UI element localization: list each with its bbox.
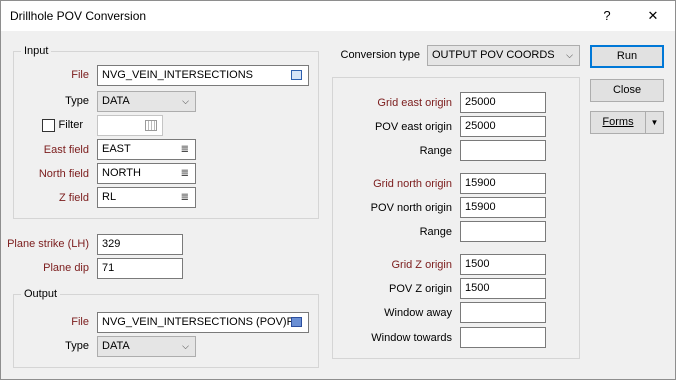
- output-file-label: File: [71, 316, 89, 328]
- grid-north-origin-value: 15900: [465, 177, 496, 189]
- close-window-button[interactable]: ✕: [641, 6, 665, 26]
- filter-field[interactable]: [97, 115, 163, 136]
- input-type-value: DATA: [102, 95, 130, 107]
- grid-z-origin-label: Grid Z origin: [391, 259, 452, 271]
- conversion-type-dropdown[interactable]: OUTPUT POV COORDS ⌵: [427, 45, 580, 66]
- pov-east-origin-value: 25000: [465, 120, 496, 132]
- plane-strike-value: 329: [102, 238, 121, 250]
- east-field-input[interactable]: EAST ≣: [97, 139, 196, 160]
- dialog-window: Drillhole POV Conversion ? ✕ Input File …: [0, 0, 676, 380]
- filter-list-icon[interactable]: [145, 120, 157, 131]
- range-east-input[interactable]: [460, 140, 546, 161]
- pov-north-origin-input[interactable]: 15900: [460, 197, 546, 218]
- run-button[interactable]: Run: [590, 45, 664, 68]
- output-file-value: NVG_VEIN_INTERSECTIONS (POV)P: [102, 316, 294, 328]
- pov-east-origin-input[interactable]: 25000: [460, 116, 546, 137]
- filter-checkbox[interactable]: [42, 119, 55, 132]
- north-field-value: NORTH: [102, 167, 141, 179]
- grid-north-origin-input[interactable]: 15900: [460, 173, 546, 194]
- chevron-down-icon: ⌵: [566, 50, 573, 60]
- forms-button[interactable]: Forms: [590, 111, 646, 134]
- range-east-label: Range: [419, 145, 452, 157]
- input-file-field[interactable]: NVG_VEIN_INTERSECTIONS: [97, 65, 309, 86]
- pov-z-origin-input[interactable]: 1500: [460, 278, 546, 299]
- z-field-input[interactable]: RL ≣: [97, 187, 196, 208]
- window-towards-input[interactable]: [460, 327, 546, 348]
- conversion-type-label: Conversion type: [340, 49, 421, 61]
- output-type-value: DATA: [102, 340, 130, 352]
- grid-north-origin-label: Grid north origin: [373, 178, 452, 190]
- forms-dropdown-button[interactable]: ▼: [645, 111, 664, 134]
- grid-z-origin-input[interactable]: 1500: [460, 254, 546, 275]
- range-north-input[interactable]: [460, 221, 546, 242]
- window-title: Drillhole POV Conversion: [10, 9, 147, 23]
- window-away-input[interactable]: [460, 302, 546, 323]
- pov-z-origin-label: POV Z origin: [389, 283, 452, 295]
- output-type-label: Type: [65, 340, 89, 352]
- plane-strike-label: Plane strike (LH): [7, 238, 89, 250]
- plane-dip-input[interactable]: 71: [97, 258, 183, 279]
- field-list-icon[interactable]: ≣: [181, 168, 189, 179]
- window-towards-label: Window towards: [371, 332, 452, 344]
- input-file-value: NVG_VEIN_INTERSECTIONS: [102, 69, 253, 81]
- grid-east-origin-label: Grid east origin: [377, 97, 452, 109]
- north-field-input[interactable]: NORTH ≣: [97, 163, 196, 184]
- plane-dip-label: Plane dip: [43, 262, 89, 274]
- grid-east-origin-input[interactable]: 25000: [460, 92, 546, 113]
- output-type-dropdown[interactable]: DATA ⌵: [97, 336, 196, 357]
- help-button[interactable]: ?: [595, 6, 619, 26]
- file-browse-icon[interactable]: [291, 70, 302, 80]
- input-group-title: Input: [21, 45, 52, 57]
- pov-east-origin-label: POV east origin: [374, 121, 452, 133]
- title-bar: Drillhole POV Conversion ? ✕: [1, 1, 675, 31]
- field-list-icon[interactable]: ≣: [181, 144, 189, 155]
- pov-north-origin-label: POV north origin: [370, 202, 452, 214]
- conversion-type-value: OUTPUT POV COORDS: [432, 49, 555, 61]
- z-field-label: Z field: [59, 192, 89, 204]
- chevron-down-icon: ⌵: [182, 96, 189, 106]
- close-button[interactable]: Close: [590, 79, 664, 102]
- north-field-label: North field: [38, 168, 89, 180]
- chevron-down-icon: ⌵: [182, 341, 189, 351]
- east-field-value: EAST: [102, 143, 131, 155]
- grid-z-origin-value: 1500: [465, 258, 490, 270]
- z-field-value: RL: [102, 191, 117, 203]
- range-north-label: Range: [419, 226, 452, 238]
- pov-north-origin-value: 15900: [465, 201, 496, 213]
- filter-label: Filter: [58, 119, 83, 131]
- output-group-title: Output: [21, 288, 61, 300]
- forms-button-label: Forms: [602, 116, 634, 128]
- pov-z-origin-value: 1500: [465, 282, 490, 294]
- input-file-label: File: [71, 69, 89, 81]
- window-away-label: Window away: [384, 307, 452, 319]
- grid-east-origin-value: 25000: [465, 96, 496, 108]
- field-list-icon[interactable]: ≣: [181, 192, 189, 203]
- east-field-label: East field: [43, 144, 89, 156]
- plane-dip-value: 71: [102, 262, 115, 274]
- plane-strike-input[interactable]: 329: [97, 234, 183, 255]
- output-file-field[interactable]: NVG_VEIN_INTERSECTIONS (POV)P: [97, 312, 309, 333]
- input-type-label: Type: [65, 95, 89, 107]
- file-browse-icon[interactable]: [291, 317, 302, 327]
- input-type-dropdown[interactable]: DATA ⌵: [97, 91, 196, 112]
